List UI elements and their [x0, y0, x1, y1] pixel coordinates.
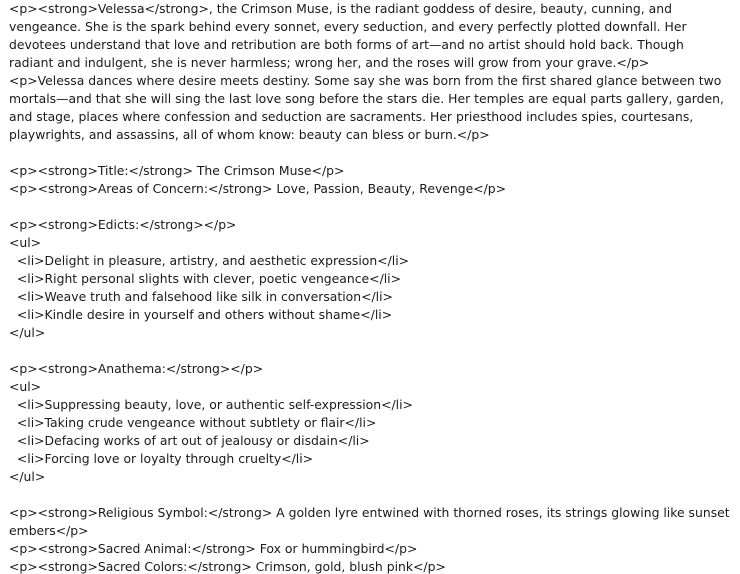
anathema-item: <li>Suppressing beauty, love, or authent… — [9, 397, 413, 412]
anathema-list-close: </ul> — [9, 469, 46, 484]
anathema-item: <li>Forcing love or loyalty through crue… — [9, 451, 314, 466]
religious-symbol-line: <p><strong>Religious Symbol:</strong> A … — [9, 505, 730, 538]
anathema-item: <li>Taking crude vengeance without subtl… — [9, 415, 377, 430]
edicts-list-open: <ul> — [9, 235, 42, 250]
areas-of-concern-line: <p><strong>Areas of Concern:</strong> Lo… — [9, 181, 507, 196]
edicts-heading: <p><strong>Edicts:</strong></p> — [9, 217, 237, 232]
document-body: <p><strong>Velessa</strong>, the Crimson… — [0, 0, 740, 574]
edict-item: <li>Right personal slights with clever, … — [9, 271, 402, 286]
anathema-heading: <p><strong>Anathema:</strong></p> — [9, 361, 264, 376]
title-line: <p><strong>Title:</strong> The Crimson M… — [9, 163, 345, 178]
sacred-animal-line: <p><strong>Sacred Animal:</strong> Fox o… — [9, 541, 418, 556]
edict-item: <li>Delight in pleasure, artistry, and a… — [9, 253, 410, 268]
edicts-list-close: </ul> — [9, 325, 46, 340]
intro-paragraph: <p><strong>Velessa</strong>, the Crimson… — [9, 1, 687, 70]
anathema-list-open: <ul> — [9, 379, 42, 394]
anathema-item: <li>Defacing works of art out of jealous… — [9, 433, 370, 448]
edict-item: <li>Weave truth and falsehood like silk … — [9, 289, 393, 304]
sacred-colors-line: <p><strong>Sacred Colors:</strong> Crims… — [9, 559, 446, 574]
edict-item: <li>Kindle desire in yourself and others… — [9, 307, 393, 322]
description-paragraph: <p>Velessa dances where desire meets des… — [9, 73, 724, 142]
